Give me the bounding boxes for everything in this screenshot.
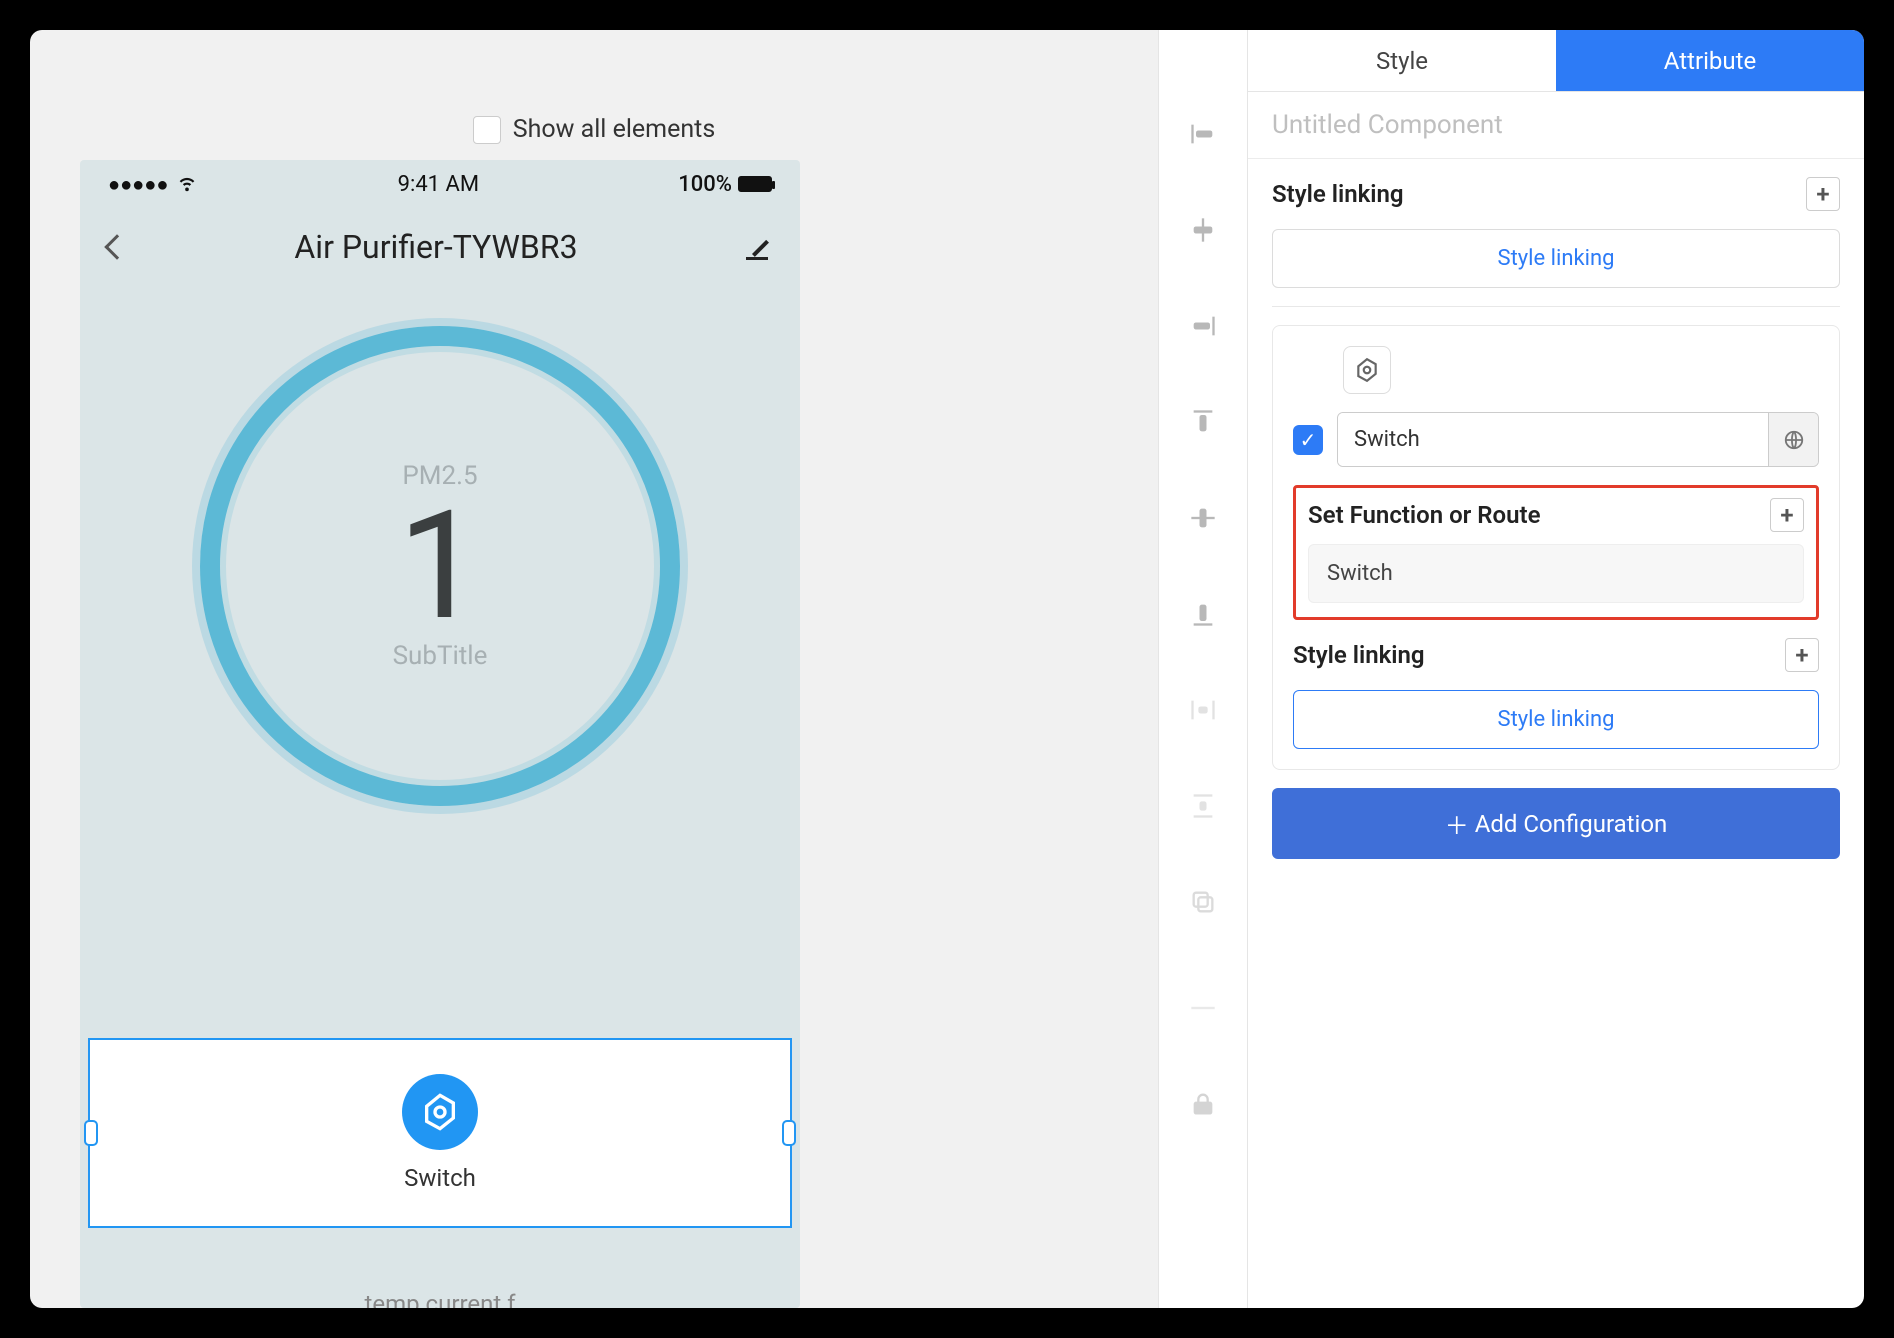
add-style-link-button-2[interactable]: + — [1785, 638, 1819, 672]
show-all-label: Show all elements — [513, 115, 715, 144]
temp-label: temp current f — [364, 1290, 515, 1308]
style-linking-title-2: Style linking — [1293, 641, 1425, 669]
configuration-card: ✓ Switch Set Function or Route + Switch — [1272, 325, 1840, 770]
alignment-toolbar — [1158, 30, 1248, 1308]
inspector-tabs: Style Attribute — [1248, 30, 1864, 92]
pm-circle-widget[interactable]: PM2.5 1 SubTitle — [80, 326, 800, 806]
distribute-v-icon[interactable] — [1186, 792, 1220, 820]
status-right: 100% — [678, 172, 772, 197]
switch-icon-button[interactable] — [402, 1074, 478, 1150]
gear-hex-icon — [1354, 357, 1380, 383]
add-style-link-button-1[interactable]: + — [1806, 177, 1840, 211]
app-frame: Show all elements ●●●●● 9:41 AM 100% Air — [30, 30, 1864, 1308]
label-field-wrap: Switch — [1337, 412, 1819, 467]
component-icon-selector[interactable] — [1343, 346, 1391, 394]
layers-icon[interactable] — [1186, 888, 1220, 916]
panel-body: Style linking + Style linking ✓ Switch — [1248, 159, 1864, 877]
preview-canvas: Show all elements ●●●●● 9:41 AM 100% Air — [30, 30, 1158, 1308]
style-linking-button-2[interactable]: Style linking — [1293, 690, 1819, 749]
component-name[interactable]: Untitled Component — [1248, 92, 1864, 159]
add-configuration-label: Add Configuration — [1475, 810, 1668, 838]
add-function-button[interactable]: + — [1770, 498, 1804, 532]
align-bottom-icon[interactable] — [1186, 600, 1220, 628]
signal-dots-icon: ●●●●● — [108, 172, 168, 197]
tab-attribute[interactable]: Attribute — [1556, 30, 1864, 92]
status-bar: ●●●●● 9:41 AM 100% — [80, 160, 800, 208]
style-linking-button-1[interactable]: Style linking — [1272, 229, 1840, 288]
align-center-h-icon[interactable] — [1186, 216, 1220, 244]
plus-icon: ＋ — [1445, 806, 1469, 841]
inspector-panel: Style Attribute Untitled Component Style… — [1248, 30, 1864, 1308]
temp-widget[interactable]: temp current f -3°F — [80, 1290, 800, 1308]
align-center-v-icon[interactable] — [1186, 504, 1220, 532]
add-configuration-button[interactable]: ＋ Add Configuration — [1272, 788, 1840, 859]
align-left-icon[interactable] — [1186, 120, 1220, 148]
divider — [1272, 306, 1840, 307]
chevron-left-icon — [104, 234, 129, 259]
label-config-row: ✓ Switch — [1293, 412, 1819, 467]
battery-percent: 100% — [678, 172, 732, 197]
align-right-icon[interactable] — [1186, 312, 1220, 340]
set-function-title: Set Function or Route — [1308, 501, 1540, 529]
phone-preview: ●●●●● 9:41 AM 100% Air Purifier-TYWBR3 — [80, 160, 800, 1308]
style-linking-title-1: Style linking — [1272, 180, 1404, 208]
label-text-input[interactable]: Switch — [1338, 413, 1768, 466]
show-all-checkbox[interactable] — [473, 116, 501, 144]
pm-circle: PM2.5 1 SubTitle — [200, 326, 680, 806]
globe-i18n-button[interactable] — [1768, 413, 1818, 466]
wifi-icon — [176, 171, 198, 198]
status-left: ●●●●● — [108, 171, 198, 198]
set-function-header: Set Function or Route + — [1308, 498, 1804, 532]
function-route-item[interactable]: Switch — [1308, 544, 1804, 603]
divider-icon — [1186, 994, 1220, 1022]
back-button[interactable] — [108, 238, 126, 256]
tab-style[interactable]: Style — [1248, 30, 1556, 92]
status-time: 9:41 AM — [398, 172, 479, 197]
pm-subtitle: SubTitle — [393, 641, 488, 671]
battery-icon — [738, 176, 772, 192]
distribute-h-icon[interactable] — [1186, 696, 1220, 724]
switch-component[interactable]: Switch — [88, 1038, 792, 1228]
nav-bar: Air Purifier-TYWBR3 — [80, 208, 800, 286]
gear-hex-icon — [420, 1092, 460, 1132]
show-all-row: Show all elements — [30, 115, 1158, 144]
lock-icon[interactable] — [1186, 1090, 1220, 1118]
set-function-section: Set Function or Route + Switch — [1293, 485, 1819, 620]
globe-icon — [1783, 429, 1805, 451]
label-enabled-checkbox[interactable]: ✓ — [1293, 425, 1323, 455]
pm-value: 1 — [398, 491, 482, 641]
style-linking-header-1: Style linking + — [1272, 177, 1840, 211]
switch-label: Switch — [404, 1164, 476, 1192]
style-linking-header-2: Style linking + — [1293, 638, 1819, 672]
edit-button[interactable] — [746, 234, 772, 260]
page-title: Air Purifier-TYWBR3 — [294, 228, 577, 266]
align-top-icon[interactable] — [1186, 408, 1220, 436]
